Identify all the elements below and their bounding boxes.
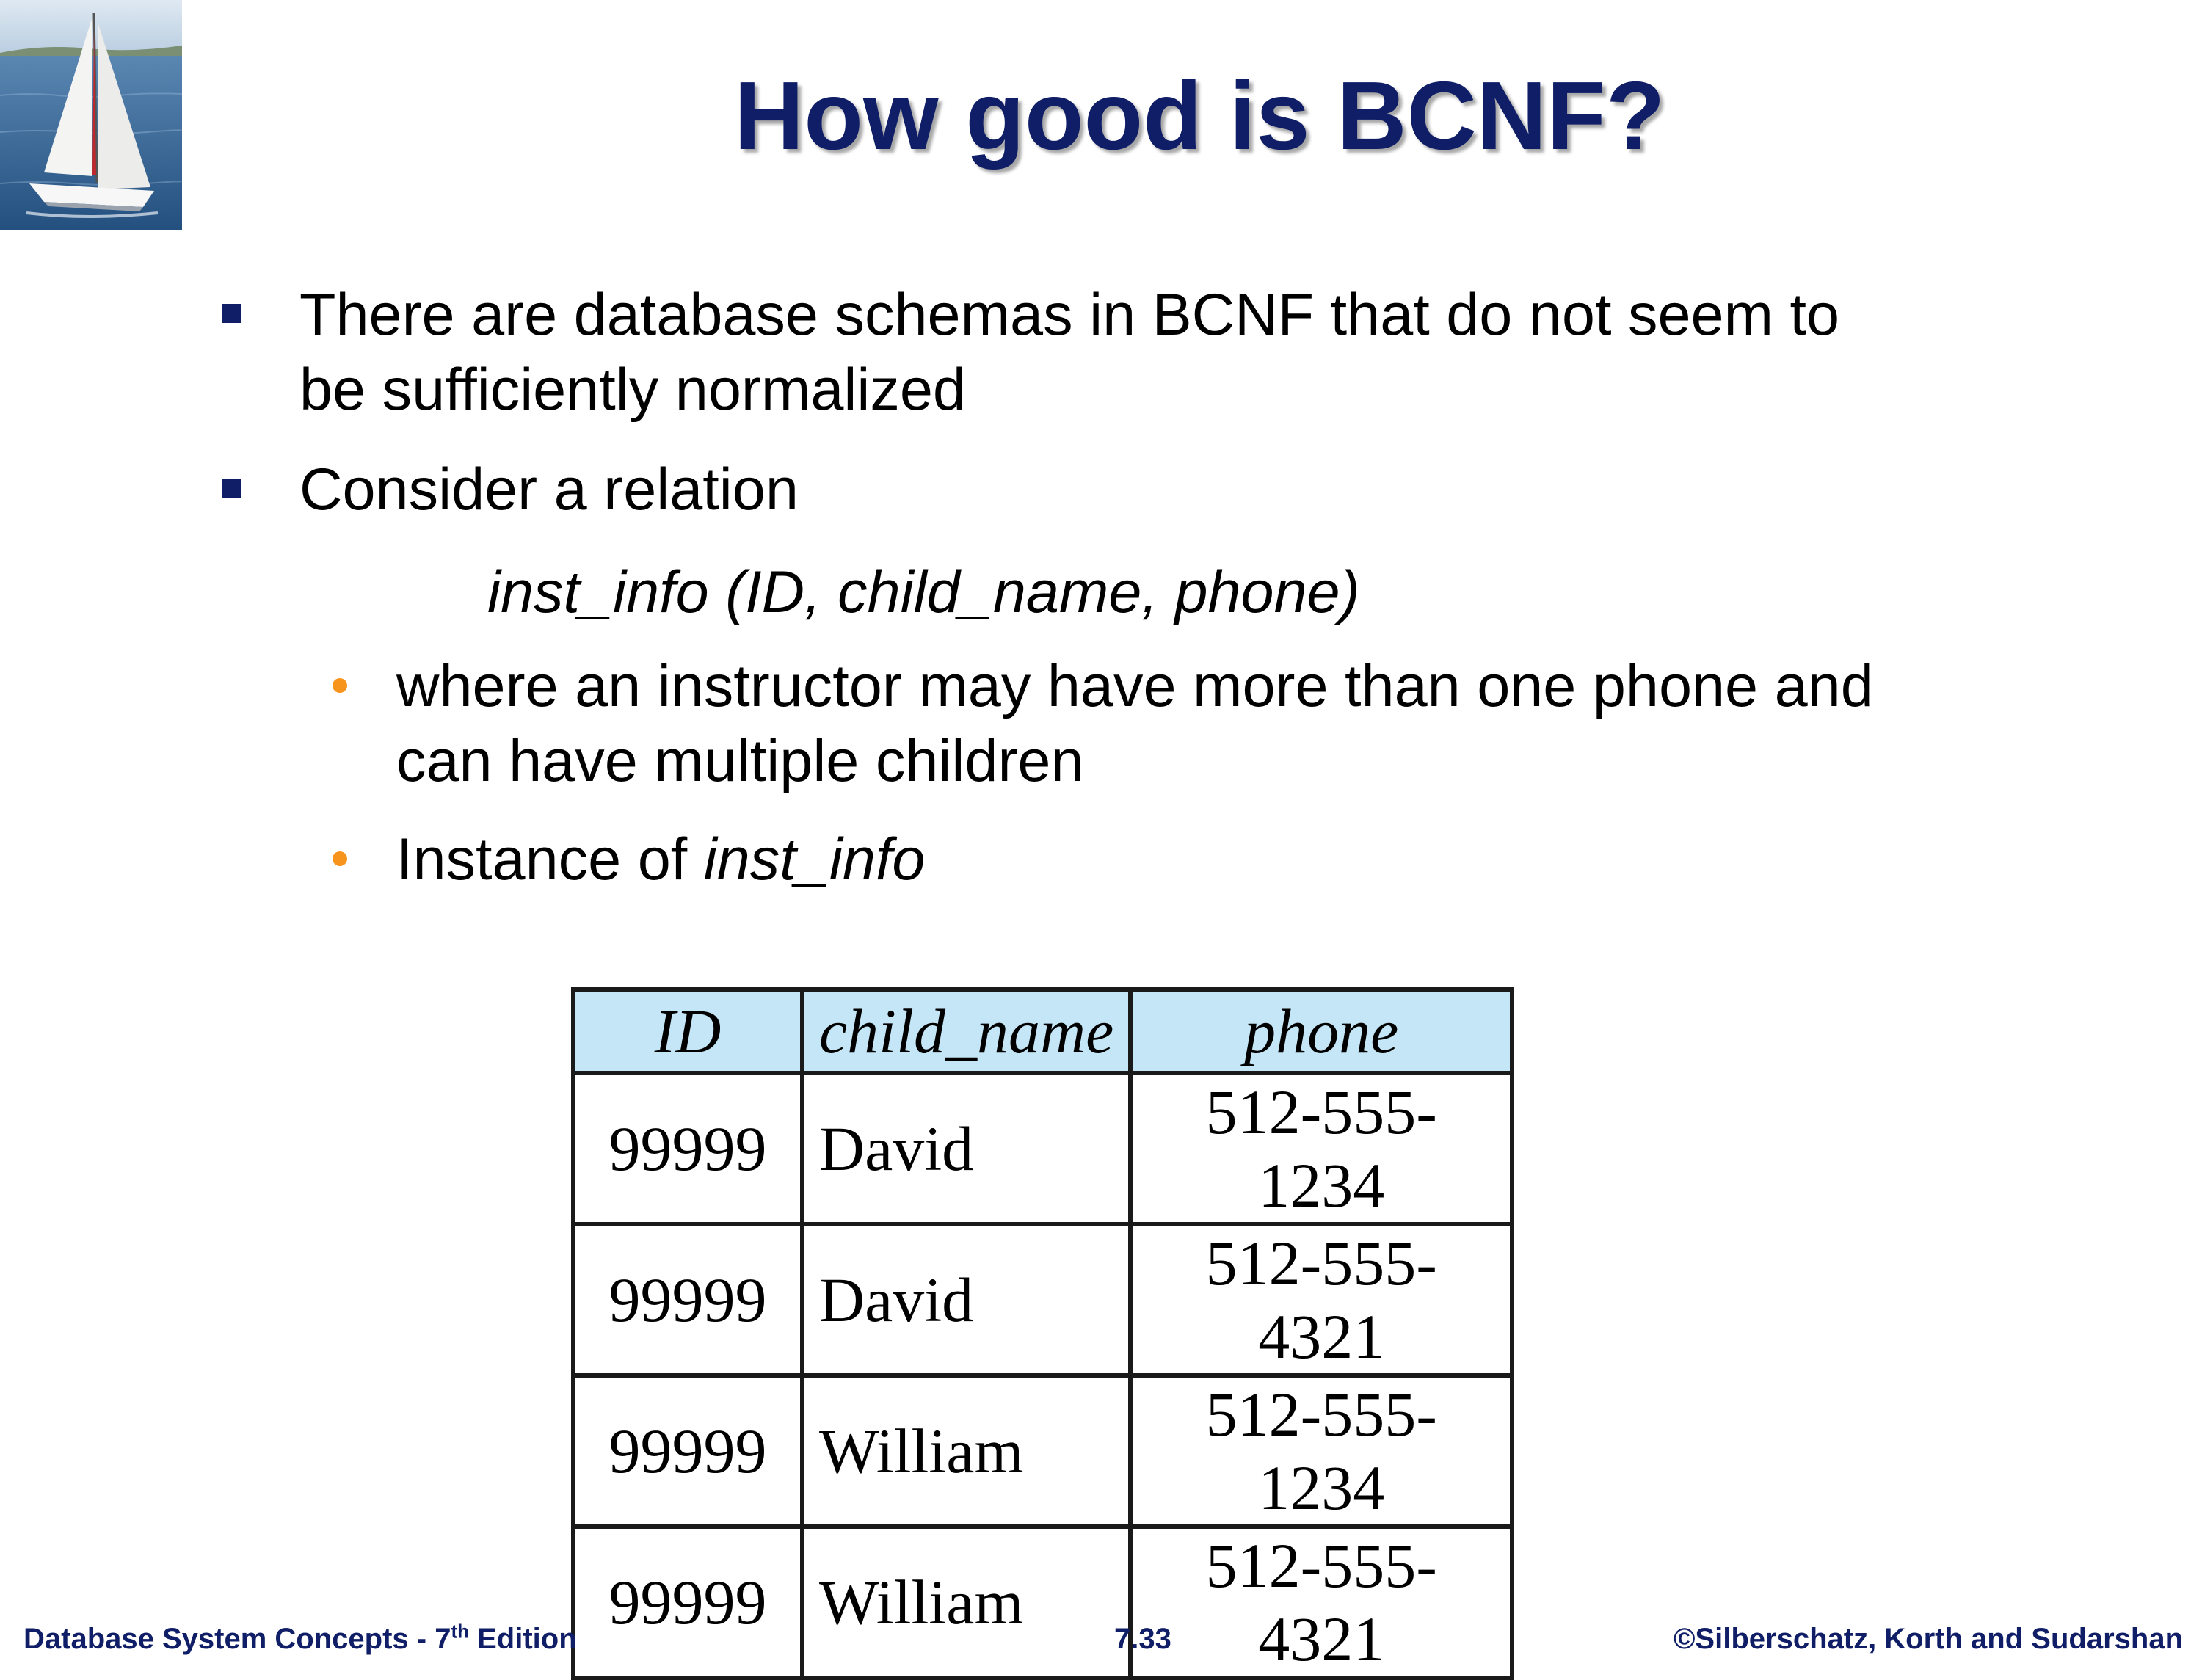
- sub-bullet-dot-icon: [333, 851, 347, 866]
- sub-bullet-2-prefix: Instance of: [396, 826, 704, 892]
- inst-info-table: ID child_name phone 99999 David 512-555-…: [571, 987, 1515, 1680]
- cell-phone: 512-555-1234: [1128, 1071, 1515, 1226]
- footer-superscript: th: [451, 1620, 469, 1643]
- bullet-square-icon: [222, 304, 241, 323]
- table-row: 99999 David 512-555-4321: [571, 1222, 1515, 1378]
- cell-id: 99999: [571, 1071, 804, 1226]
- cell-child-name: William: [799, 1524, 1133, 1680]
- cell-id: 99999: [571, 1373, 804, 1529]
- cell-phone: 512-555-1234: [1128, 1373, 1515, 1529]
- cell-phone: 512-555-4321: [1128, 1524, 1515, 1680]
- bullet-1-line-1: There are database schemas in BCNF that …: [299, 282, 1840, 348]
- cell-child-name: William: [799, 1373, 1133, 1529]
- bullet-square-icon: [222, 479, 241, 498]
- cell-id: 99999: [571, 1524, 804, 1680]
- footer-copyright: ©Silberschatz, Korth and Sudarshan: [1673, 1623, 2183, 1655]
- column-header-id: ID: [571, 987, 804, 1075]
- footer-page-number: 7.33: [1114, 1623, 1171, 1655]
- sub-bullet-dot-icon: [333, 678, 347, 693]
- footer-left: Database System Concepts - 7th Edition: [23, 1621, 577, 1657]
- cell-child-name: David: [799, 1071, 1133, 1226]
- footer-book-title: Database System Concepts - 7: [23, 1623, 451, 1655]
- bullet-2-text: Consider a relation: [299, 457, 799, 523]
- sub-bullet-1-line-1: where an instructor may have more than o…: [396, 653, 1874, 719]
- column-header-phone: phone: [1128, 987, 1515, 1075]
- bullet-1-line-2: be sufficiently normalized: [299, 357, 966, 423]
- cell-child-name: David: [799, 1222, 1133, 1378]
- slide-title: How good is BCNF?: [734, 62, 1665, 170]
- footer-edition: Edition: [469, 1623, 577, 1655]
- table-row: 99999 David 512-555-1234: [571, 1071, 1515, 1226]
- cell-phone: 512-555-4321: [1128, 1222, 1515, 1378]
- table-row: 99999 William 512-555-4321: [571, 1524, 1515, 1680]
- relation-schema: inst_info (ID, child_name, phone): [487, 559, 1360, 625]
- column-header-child-name: child_name: [799, 987, 1133, 1075]
- sailboat-logo: [0, 0, 182, 230]
- table-header-row: ID child_name phone: [571, 987, 1515, 1075]
- sub-bullet-2-text: Instance of inst_info: [396, 822, 925, 897]
- cell-id: 99999: [571, 1222, 804, 1378]
- sub-bullet-2-italic: inst_info: [703, 826, 926, 892]
- table-row: 99999 William 512-555-1234: [571, 1373, 1515, 1529]
- sub-bullet-1-line-2: can have multiple children: [396, 728, 1084, 794]
